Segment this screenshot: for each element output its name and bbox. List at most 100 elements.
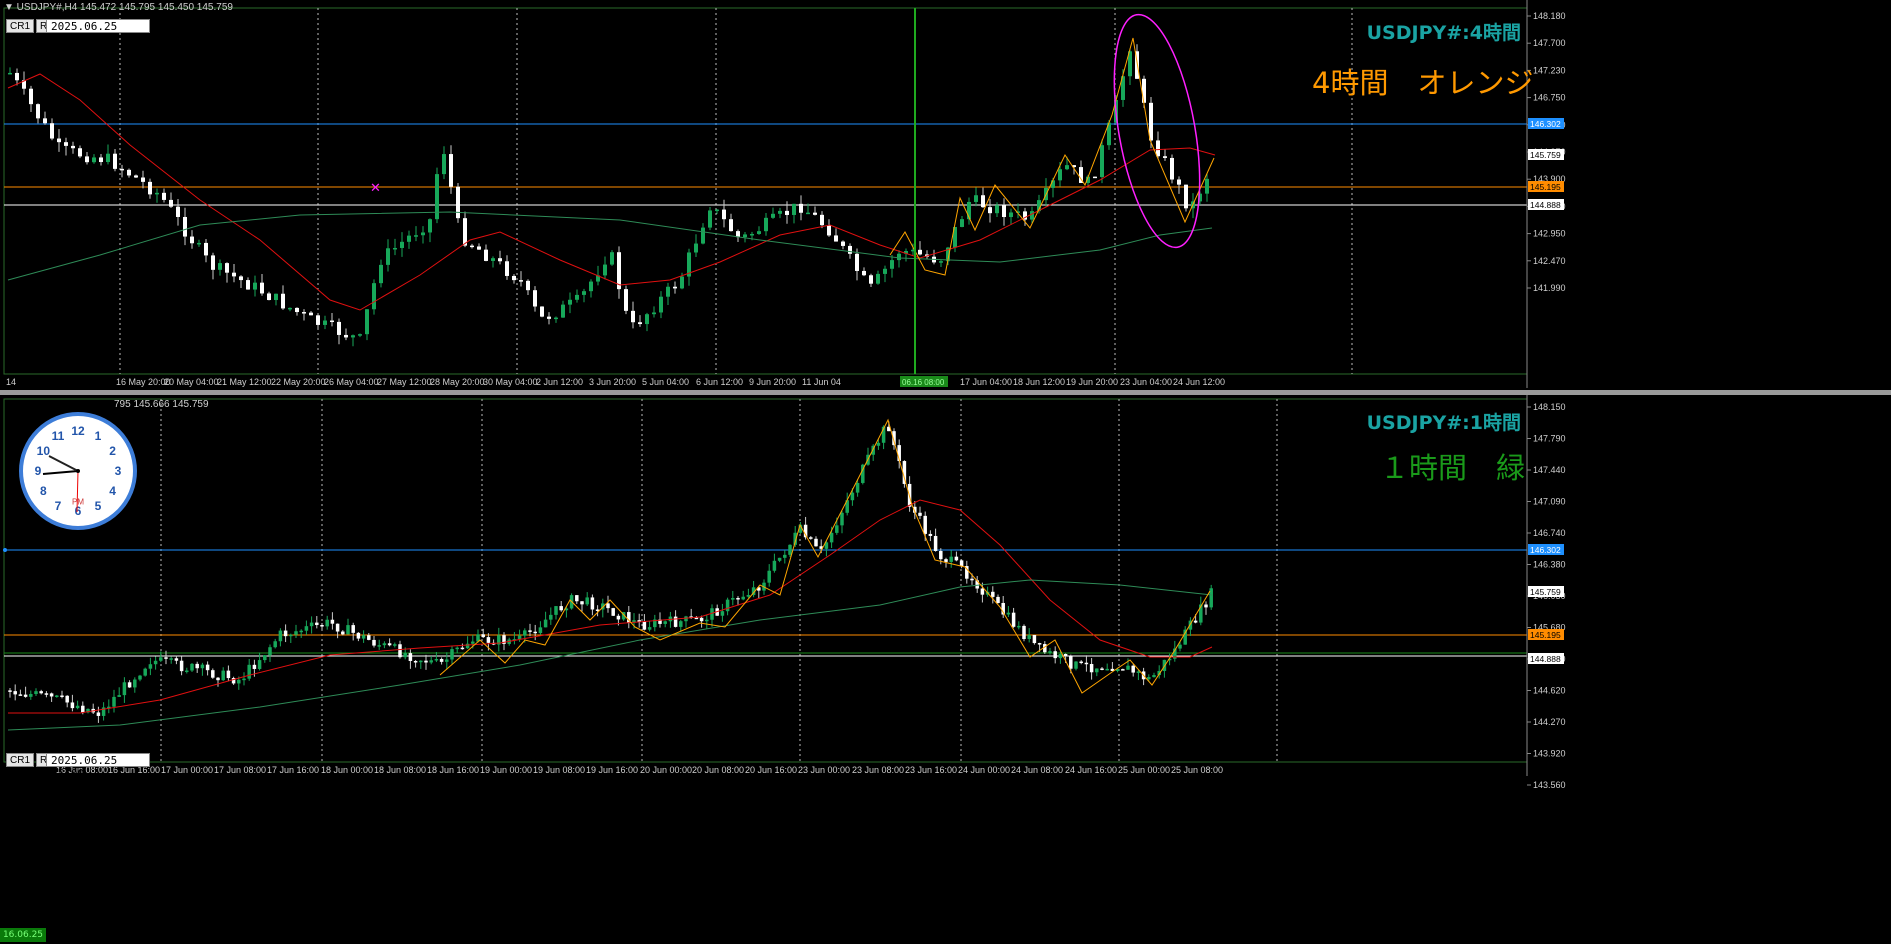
- price-label: 146.750: [1533, 93, 1566, 103]
- time-label: 19 Jun 20:00: [1066, 377, 1118, 387]
- candle-body: [112, 696, 116, 707]
- candle-body: [197, 242, 201, 245]
- candle-body: [465, 643, 470, 649]
- chart-canvas-h4[interactable]: 148.180147.700147.230146.750145.320144.3…: [0, 0, 1891, 390]
- candle-body: [15, 72, 19, 81]
- cr1-button-h1[interactable]: CR1: [6, 753, 35, 767]
- candle-body: [218, 263, 222, 270]
- candle-body: [260, 282, 264, 294]
- candle-body: [783, 554, 787, 558]
- candle-body: [1142, 78, 1146, 103]
- candle-body: [268, 647, 272, 656]
- candle-body: [1105, 668, 1109, 671]
- candle-body: [386, 248, 390, 265]
- candle-body: [148, 181, 152, 195]
- price-tag-white: 144.888: [1530, 200, 1561, 210]
- chart-header-h4: ▼ USDJPY#,H4 145.472 145.795 145.450 145…: [4, 2, 233, 13]
- date-field-h1[interactable]: 2025.06.25 15:00: [46, 753, 150, 780]
- time-label: 21 May 12:00: [217, 377, 272, 387]
- candle-body: [1006, 612, 1011, 615]
- candle-body: [143, 668, 147, 676]
- magenta-cross-icon: ✕: [370, 180, 381, 195]
- candle-body: [549, 614, 553, 620]
- candle-body: [991, 591, 995, 597]
- ma-red-line: [8, 499, 1213, 714]
- candle-body: [71, 145, 75, 149]
- price-label: 147.700: [1533, 38, 1566, 48]
- candle-body: [81, 705, 85, 713]
- clock-ampm: PM: [72, 497, 84, 507]
- candle-body: [679, 621, 683, 627]
- candle-body: [429, 660, 433, 663]
- candle-body: [70, 702, 75, 709]
- cr1-button[interactable]: CR1: [6, 19, 35, 33]
- candle-body: [554, 317, 558, 320]
- candle-body: [835, 525, 839, 533]
- candle-body: [855, 482, 860, 493]
- ma-green-line: [7, 579, 1213, 731]
- candle-body: [134, 175, 138, 178]
- candle-body: [778, 210, 782, 214]
- candle-body: [746, 595, 751, 597]
- candle-body: [315, 622, 319, 626]
- candle-body: [455, 647, 459, 650]
- candle-body: [533, 631, 537, 634]
- candle-body: [13, 691, 17, 695]
- candle-body: [841, 241, 845, 246]
- candle-body: [799, 203, 803, 213]
- candle-body: [933, 535, 938, 551]
- candle-body: [273, 641, 277, 648]
- candle-body: [281, 293, 285, 309]
- candle-body: [764, 217, 768, 232]
- candle-body: [365, 309, 369, 335]
- time-label: 17 Jun 08:00: [214, 765, 266, 775]
- candle-body: [590, 597, 595, 610]
- price-tag-blue: 146.302: [1530, 119, 1561, 129]
- date-field-h4[interactable]: 2025.06.25 16:00: [46, 19, 150, 46]
- candle-body: [538, 627, 543, 634]
- candle-body: [680, 276, 684, 289]
- candle-body: [785, 210, 789, 215]
- chart-canvas-h1[interactable]: 148.150 147.790 147.440 147.090 146.740 146.3…: [0, 395, 1891, 944]
- chart-panel-h1[interactable]: 148.150 147.790 147.440 147.090 146.740 146.3…: [0, 395, 1891, 944]
- candle-body: [106, 153, 110, 163]
- candle-body: [120, 168, 124, 171]
- chart-panel-h4[interactable]: 148.180147.700147.230146.750145.320144.3…: [0, 0, 1891, 390]
- candle-body: [211, 670, 215, 678]
- candle-body: [1058, 654, 1063, 659]
- candle-body: [486, 637, 491, 643]
- candle-body: [652, 312, 656, 315]
- candle-body: [939, 261, 943, 263]
- candle-body: [18, 694, 23, 696]
- ma-green-line: [7, 211, 1213, 281]
- candle-body: [611, 608, 615, 616]
- candle-body: [850, 492, 855, 501]
- candle-body: [200, 664, 205, 669]
- candle-body: [540, 306, 544, 317]
- candle-body: [60, 695, 64, 698]
- candle-body: [1089, 664, 1094, 673]
- candle-body: [1048, 651, 1052, 653]
- candle-body: [460, 647, 465, 650]
- candle-body: [616, 615, 621, 620]
- candle-body: [141, 177, 145, 182]
- candle-body: [663, 621, 667, 624]
- timeframe-label-h1: １時間 緑: [1380, 451, 1526, 485]
- candle-body: [122, 682, 127, 696]
- candle-body: [477, 246, 481, 250]
- time-label: 23 Jun 04:00: [1120, 377, 1172, 387]
- price-label: 144.270: [1533, 717, 1566, 727]
- time-scale-start: 16.06.25: [0, 928, 46, 942]
- candle-body: [1037, 643, 1042, 645]
- candle-body: [221, 670, 225, 681]
- candle-body: [226, 670, 231, 679]
- candle-body: [736, 598, 740, 600]
- analog-clock-widget[interactable]: 12 1 2 3 4 5 6 7 8 9 10 11 PM: [19, 412, 137, 530]
- time-label: 6 Jun 12:00: [696, 377, 743, 387]
- candle-body: [133, 679, 137, 688]
- candle-body: [642, 621, 647, 630]
- candle-body: [528, 630, 532, 632]
- candle-body: [382, 643, 387, 646]
- candle-body: [862, 270, 866, 276]
- candle-body: [960, 219, 964, 227]
